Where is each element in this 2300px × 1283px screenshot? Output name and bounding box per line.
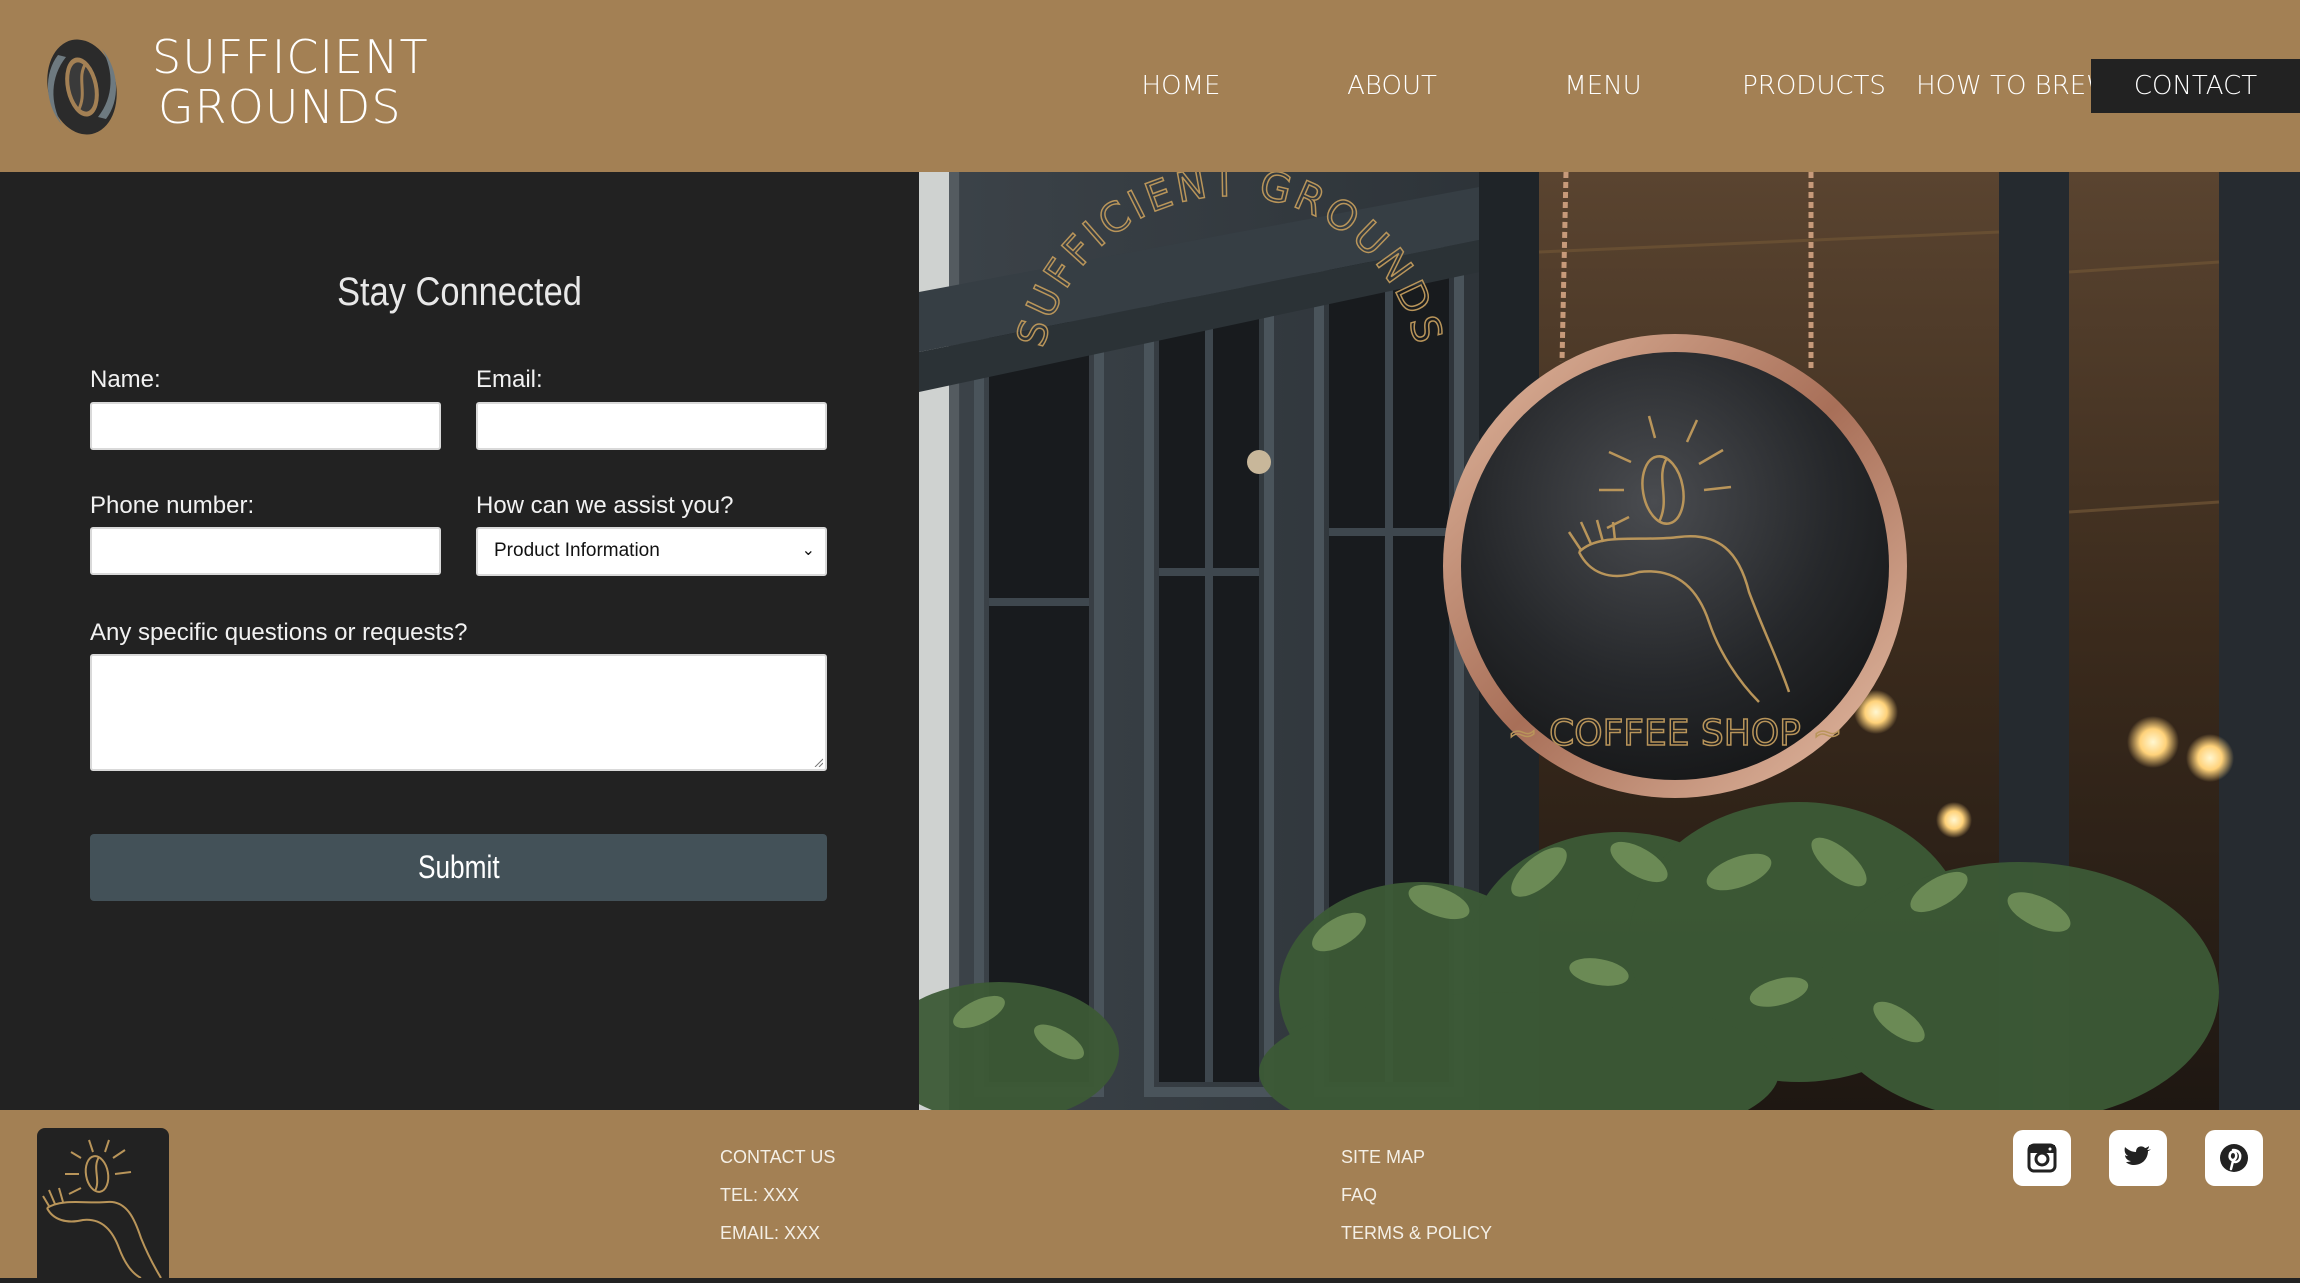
brand-line-1: SUFFICIENT <box>152 30 429 84</box>
contact-form-panel: Stay Connected Name: Email: Phone number… <box>0 172 919 1110</box>
nav-products[interactable]: PRODUCTS <box>1729 59 1899 113</box>
footer-terms[interactable]: TERMS & POLICY <box>1341 1214 1492 1252</box>
resize-grip-icon[interactable] <box>813 757 823 767</box>
footer-email[interactable]: EMAIL: XXX <box>720 1214 835 1252</box>
email-label: Email: <box>476 366 543 393</box>
footer-tel[interactable]: TEL: XXX <box>720 1176 835 1214</box>
footer-site-map[interactable]: SITE MAP <box>1341 1138 1492 1176</box>
coffee-bean-logo-icon[interactable] <box>36 33 128 141</box>
storefront-photo: SUFFICIENT GROUNDS ~ COFFEE SHOP ~ <box>919 172 2300 1110</box>
twitter-button[interactable] <box>2109 1130 2167 1186</box>
nav-about[interactable]: ABOUT <box>1307 59 1477 113</box>
sign-bottom-text: ~ COFFEE SHOP ~ <box>1507 713 1842 754</box>
footer-contact-column: CONTACT US TEL: XXX EMAIL: XXX <box>720 1138 835 1252</box>
questions-textarea[interactable] <box>90 654 827 771</box>
name-label: Name: <box>90 366 161 393</box>
nav-home[interactable]: HOME <box>1096 59 1266 113</box>
footer-logo-icon[interactable] <box>37 1128 169 1279</box>
twitter-icon <box>2124 1146 2151 1165</box>
form-title: Stay Connected <box>337 270 582 314</box>
brand-line-2: GROUNDS <box>158 80 402 134</box>
submit-button[interactable]: Submit <box>90 834 827 901</box>
name-input[interactable] <box>90 402 441 450</box>
brand-name[interactable]: SUFFICIENT GROUNDS <box>152 32 429 132</box>
pinterest-button[interactable] <box>2205 1130 2263 1186</box>
assist-label: How can we assist you? <box>476 492 734 519</box>
submit-label: Submit <box>417 849 500 885</box>
site-footer: CONTACT US TEL: XXX EMAIL: XXX SITE MAP … <box>0 1110 2300 1279</box>
questions-label: Any specific questions or requests? <box>90 619 468 646</box>
nav-contact[interactable]: CONTACT <box>2091 59 2300 113</box>
nav-menu[interactable]: MENU <box>1518 59 1688 113</box>
footer-contact-us[interactable]: CONTACT US <box>720 1138 835 1176</box>
email-input[interactable] <box>476 402 827 450</box>
instagram-icon <box>2027 1143 2057 1173</box>
chevron-down-icon: ⌄ <box>801 542 815 559</box>
assist-selected-value: Product Information <box>494 540 660 561</box>
footer-links-column: SITE MAP FAQ TERMS & POLICY <box>1341 1138 1492 1252</box>
site-header: SUFFICIENT GROUNDS HOME ABOUT MENU PRODU… <box>0 0 2300 172</box>
phone-input[interactable] <box>90 527 441 575</box>
pinterest-icon <box>2220 1144 2248 1172</box>
assist-select[interactable]: Product Information ⌄ <box>476 527 827 576</box>
footer-faq[interactable]: FAQ <box>1341 1176 1492 1214</box>
main-nav: HOME ABOUT MENU PRODUCTS HOW TO BREW CON… <box>1040 59 2300 113</box>
phone-label: Phone number: <box>90 492 255 519</box>
instagram-button[interactable] <box>2013 1130 2071 1186</box>
